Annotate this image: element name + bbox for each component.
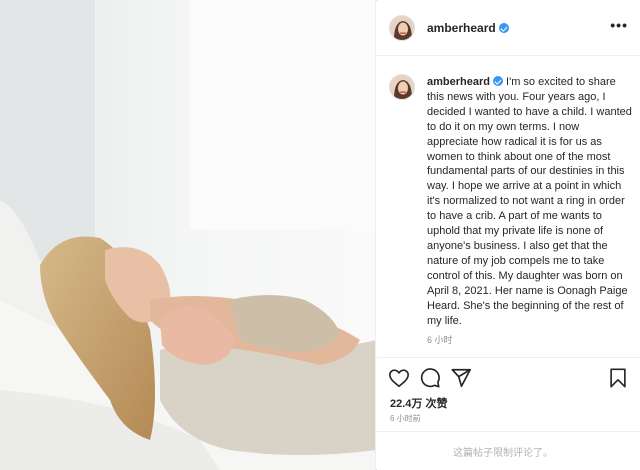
more-icon[interactable]: ••• <box>610 18 628 32</box>
likes-count[interactable]: 22.4万 次赞 <box>390 395 447 411</box>
caption-avatar[interactable] <box>389 74 415 100</box>
header-username[interactable]: amberheard <box>427 21 496 35</box>
caption-text: I'm so excited to share this news with y… <box>427 76 632 327</box>
share-icon[interactable] <box>450 367 472 389</box>
verified-badge-icon <box>492 76 503 86</box>
comments-disabled-text: 这篇帖子限制评论了。 <box>453 448 553 459</box>
avatar[interactable] <box>389 15 415 41</box>
heart-icon[interactable] <box>388 367 410 389</box>
header-username-row: amberheard <box>427 21 509 35</box>
caption: amberheard I'm so excited to share this … <box>427 75 632 328</box>
verified-badge-icon <box>498 23 509 33</box>
comment-icon[interactable] <box>419 367 441 389</box>
caption-timestamp[interactable]: 6 小时 <box>427 333 453 346</box>
bookmark-icon[interactable] <box>607 367 629 389</box>
caption-username[interactable]: amberheard <box>427 76 490 88</box>
post-actions: 22.4万 次赞 6 小时前 这篇帖子限制评论了。 <box>377 357 640 470</box>
post-sidebar: amberheard ••• amberheard I'm so excited… <box>377 0 640 470</box>
post-timestamp[interactable]: 6 小时前 <box>390 413 421 424</box>
comments-disabled-notice: 这篇帖子限制评论了。 <box>377 431 640 470</box>
caption-area: amberheard I'm so excited to share this … <box>377 56 640 356</box>
post-photo[interactable] <box>0 0 376 470</box>
post-header: amberheard ••• <box>377 0 640 56</box>
